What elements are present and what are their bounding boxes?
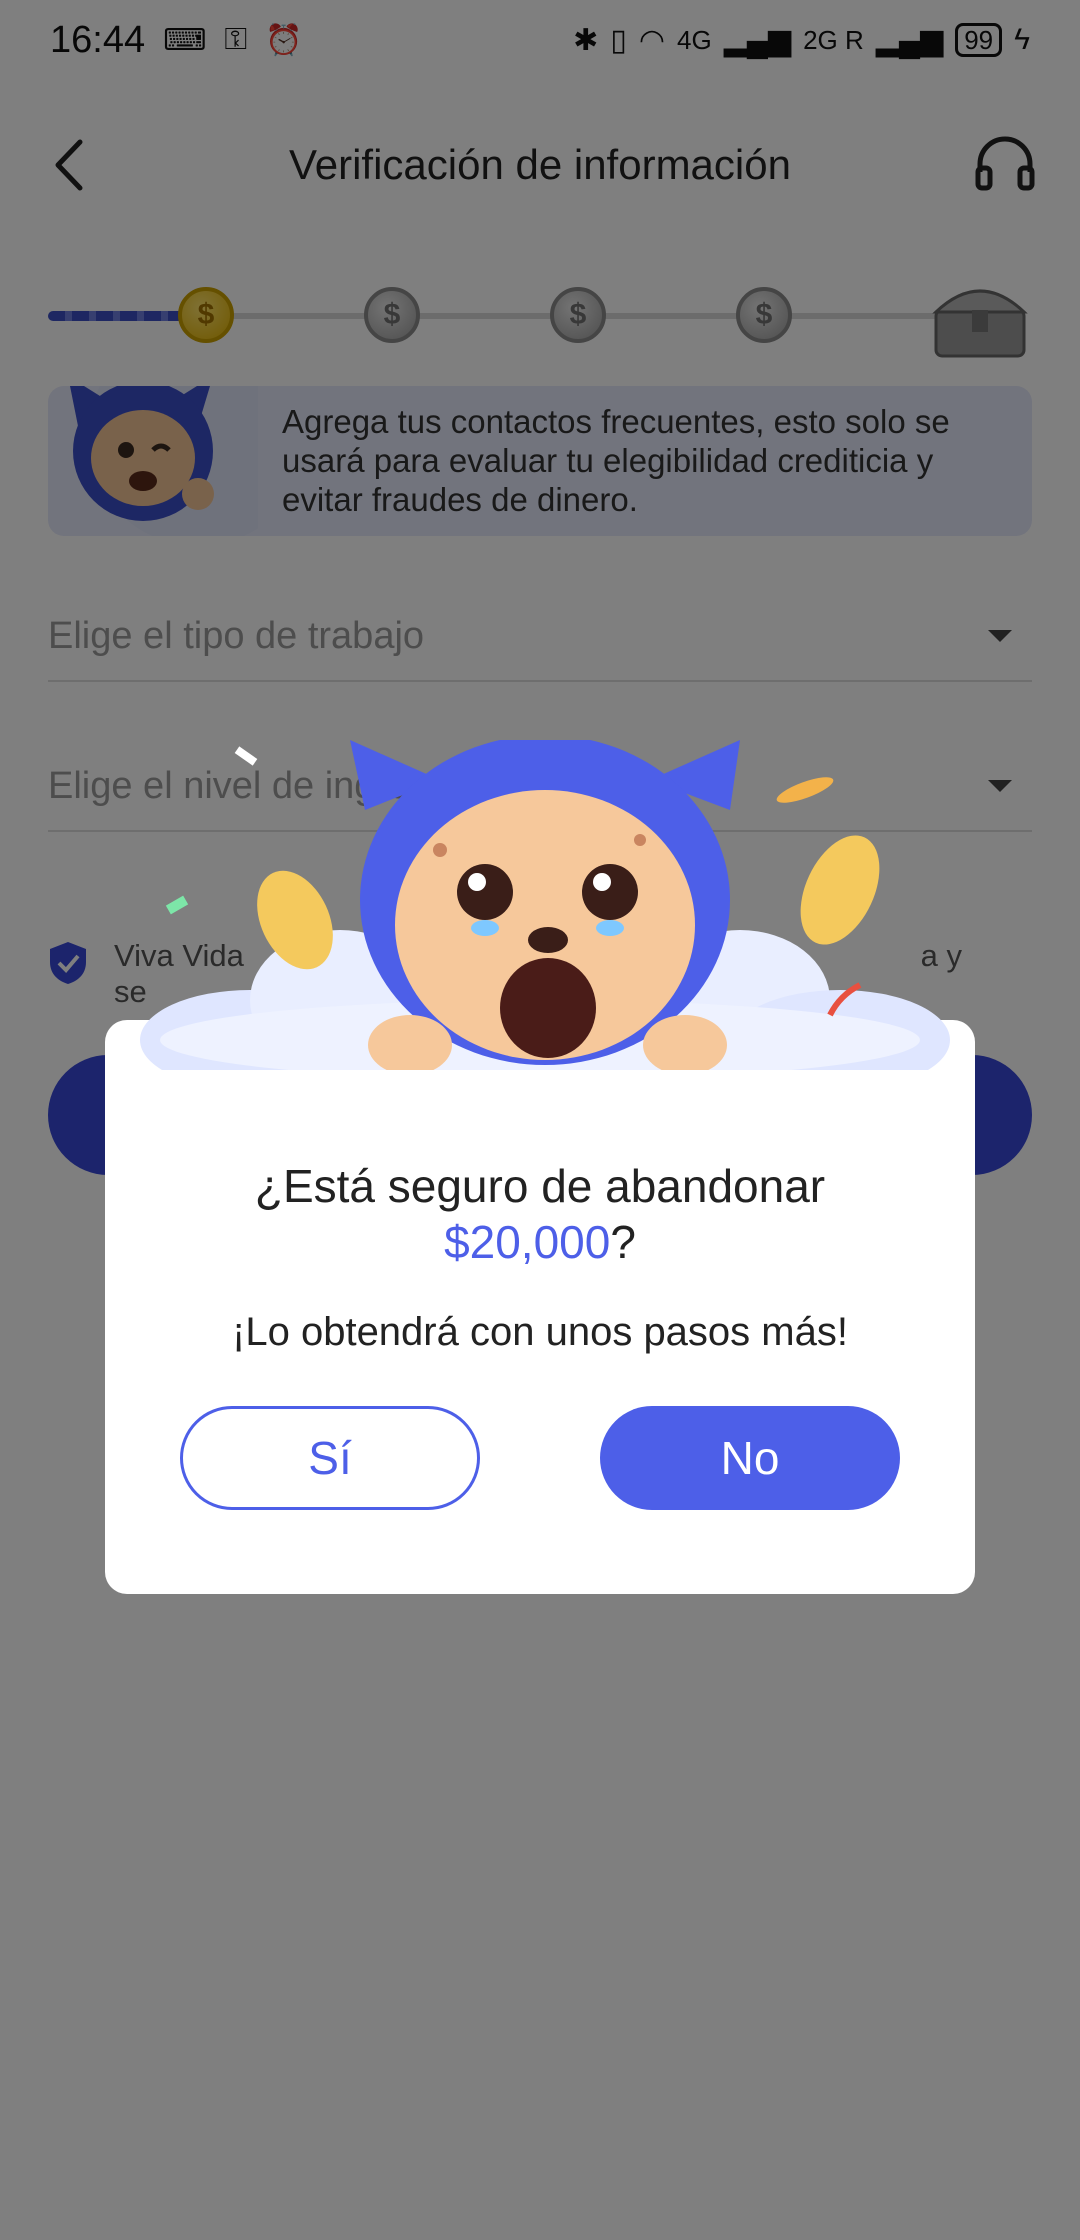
mascot-illustration: [140, 740, 950, 1070]
yes-button[interactable]: Sí: [180, 1406, 480, 1510]
dialog-question: ¿Está seguro de abandonar $20,000?: [105, 1158, 975, 1270]
dialog-subtitle: ¡Lo obtendrá con unos pasos más!: [232, 1310, 848, 1354]
no-button[interactable]: No: [600, 1406, 900, 1510]
dialog-amount: $20,000: [444, 1216, 611, 1268]
abandon-dialog: ¿Está seguro de abandonar $20,000? ¡Lo o…: [105, 1020, 975, 1594]
dialog-question-suffix: ?: [610, 1216, 636, 1268]
dialog-question-prefix: ¿Está seguro de abandonar: [254, 1160, 826, 1212]
